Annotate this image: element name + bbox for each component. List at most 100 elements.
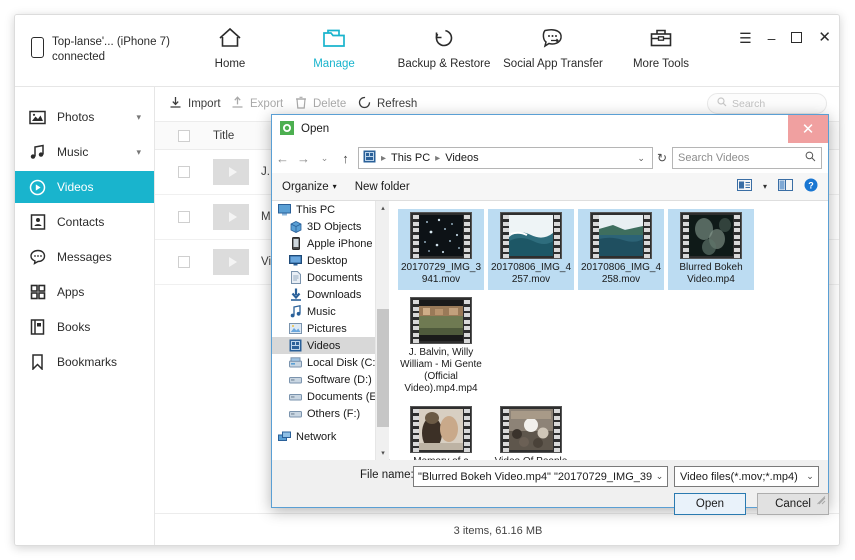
tree-item-others-f[interactable]: Others (F:) — [272, 405, 375, 422]
network-icon — [278, 430, 291, 443]
trash-icon — [295, 96, 307, 112]
sidebar-item-label: Photos — [57, 110, 95, 124]
help-icon[interactable]: ? — [804, 178, 818, 195]
tree-item-apple-iphone[interactable]: Apple iPhone — [272, 235, 375, 252]
file-name: 20170806_IMG_4258.mov — [580, 262, 662, 285]
file-item[interactable]: 20170806_IMG_4258.mov — [578, 209, 664, 290]
filmstrip-perforations — [592, 215, 599, 258]
back-button[interactable]: ← — [272, 151, 293, 166]
breadcrumb[interactable]: ▸ This PC ▸ Videos ⌄ — [358, 147, 653, 169]
recent-locations-button[interactable]: ⌄ — [314, 153, 335, 164]
drive-icon — [289, 407, 302, 420]
tree-item-desktop[interactable]: Desktop — [272, 252, 375, 269]
breadcrumb-videos[interactable]: Videos — [445, 152, 478, 164]
filmstrip-perforations — [412, 215, 419, 258]
maximize-button[interactable] — [791, 32, 803, 43]
import-button[interactable]: Import — [169, 96, 221, 112]
tree-item-label: Desktop — [307, 254, 348, 267]
new-folder-label: New folder — [354, 180, 410, 193]
tree-item-3d-objects[interactable]: 3D Objects — [272, 218, 375, 235]
tab-backup-restore[interactable]: Backup & Restore — [389, 23, 499, 85]
tree-item-documents[interactable]: Documents — [272, 269, 375, 286]
chevron-down-icon[interactable]: ▾ — [136, 147, 141, 158]
row-checkbox[interactable] — [178, 166, 190, 178]
sidebar-item-books[interactable]: Books — [15, 311, 154, 343]
tree-item-music[interactable]: Music — [272, 303, 375, 320]
file-item[interactable]: 20170806_IMG_4257.mov — [488, 209, 574, 290]
resize-grip[interactable] — [817, 496, 826, 505]
preview-pane-icon[interactable] — [778, 179, 793, 194]
device-name: Top-lanse'... (iPhone 7) — [52, 36, 170, 48]
dialog-close-button[interactable]: ✕ — [788, 115, 828, 143]
delete-button[interactable]: Delete — [295, 96, 346, 112]
file-type-select[interactable]: Video files(*.mov;*.mp4) ⌄ — [674, 466, 819, 487]
dialog-search-input[interactable]: Search Videos — [672, 147, 822, 169]
menu-button[interactable]: ☰ — [739, 31, 752, 45]
chevron-down-icon[interactable]: ⌄ — [652, 471, 667, 482]
tree-item-documents-e[interactable]: Documents (E:) — [272, 388, 375, 405]
view-layout-caret-icon[interactable]: ▾ — [763, 182, 767, 191]
sidebar-item-apps[interactable]: Apps — [15, 276, 154, 308]
tree-item-label: Others (F:) — [307, 407, 361, 420]
file-name-label: File name: — [360, 469, 414, 481]
forward-button[interactable]: → — [293, 151, 314, 166]
sidebar-item-bookmarks[interactable]: Bookmarks — [15, 346, 154, 378]
video-file-icon — [500, 406, 562, 453]
tab-social-app-transfer[interactable]: Social App Transfer — [498, 23, 608, 85]
sidebar-item-contacts[interactable]: Contacts — [15, 206, 154, 238]
organize-button[interactable]: Organize ▾ — [282, 181, 337, 193]
tree-item-this-pc[interactable]: This PC — [272, 201, 375, 218]
tree-item-videos[interactable]: Videos — [272, 337, 375, 354]
sidebar-item-photos[interactable]: Photos ▾ — [15, 101, 154, 133]
dialog-title-bar[interactable]: Open ✕ — [272, 115, 828, 143]
refresh-button[interactable]: Refresh — [358, 96, 417, 112]
tree-item-network[interactable]: Network — [272, 428, 375, 445]
tree-item-label: 3D Objects — [307, 220, 362, 233]
tree-item-software-d[interactable]: Software (D:) — [272, 371, 375, 388]
tree-item-local-disk-c[interactable]: Local Disk (C:) — [272, 354, 375, 371]
video-file-icon — [410, 406, 472, 453]
downloads-icon — [289, 288, 302, 301]
tree-scrollbar[interactable]: ▴ ▾ — [375, 201, 389, 460]
dialog-toolbar: Organize ▾ New folder ▾ ? — [272, 173, 828, 201]
chevron-down-icon[interactable]: ▾ — [136, 112, 141, 123]
row-checkbox[interactable] — [178, 256, 190, 268]
filmstrip-perforations — [553, 409, 560, 452]
filmstrip-perforations — [682, 215, 689, 258]
scroll-up-arrow-icon[interactable]: ▴ — [376, 201, 390, 215]
select-all-checkbox[interactable] — [178, 129, 190, 142]
tab-more-tools[interactable]: More Tools — [606, 23, 716, 85]
row-checkbox[interactable] — [178, 211, 190, 223]
minimize-button[interactable]: – — [768, 31, 776, 45]
sidebar-item-messages[interactable]: Messages — [15, 241, 154, 273]
dialog-search-placeholder: Search Videos — [678, 152, 750, 164]
scroll-down-arrow-icon[interactable]: ▾ — [376, 446, 390, 460]
refresh-icon[interactable]: ↻ — [657, 151, 667, 165]
filmstrip-perforations — [643, 215, 650, 258]
sidebar-item-music[interactable]: Music ▾ — [15, 136, 154, 168]
tree-item-downloads[interactable]: Downloads — [272, 286, 375, 303]
open-button[interactable]: Open — [674, 493, 746, 515]
breadcrumb-dropdown-icon[interactable]: ⌄ — [637, 153, 648, 164]
export-button[interactable]: Export — [231, 96, 283, 112]
dialog-toolbar-right: ▾ ? — [736, 178, 828, 195]
scrollbar-thumb[interactable] — [377, 309, 389, 427]
view-layout-icon[interactable] — [736, 179, 752, 194]
delete-label: Delete — [313, 98, 347, 110]
file-item[interactable]: J. Balvin, Willy William - Mi Gente (Off… — [398, 294, 484, 399]
new-folder-button[interactable]: New folder — [355, 181, 410, 193]
file-item[interactable]: 20170729_IMG_3941.mov — [398, 209, 484, 290]
tree-item-label: Local Disk (C:) — [307, 356, 375, 369]
breadcrumb-this-pc[interactable]: This PC — [391, 152, 430, 164]
search-input[interactable]: Search — [707, 93, 827, 114]
file-item[interactable]: Blurred Bokeh Video.mp4 — [668, 209, 754, 290]
chevron-down-icon: ▾ — [332, 182, 337, 191]
up-button[interactable]: ↑ — [335, 151, 356, 166]
file-name-input[interactable]: "Blurred Bokeh Video.mp4" "20170729_IMG_… — [413, 466, 668, 487]
close-button[interactable]: ✕ — [818, 30, 831, 45]
dialog-navigation-bar: ← → ⌄ ↑ ▸ This PC ▸ Videos ⌄ ↻ Search Vi… — [272, 143, 828, 173]
tab-manage[interactable]: Manage — [279, 23, 389, 93]
tab-home[interactable]: Home — [175, 23, 285, 85]
tree-item-pictures[interactable]: Pictures — [272, 320, 375, 337]
sidebar-item-videos[interactable]: Videos — [15, 171, 154, 203]
